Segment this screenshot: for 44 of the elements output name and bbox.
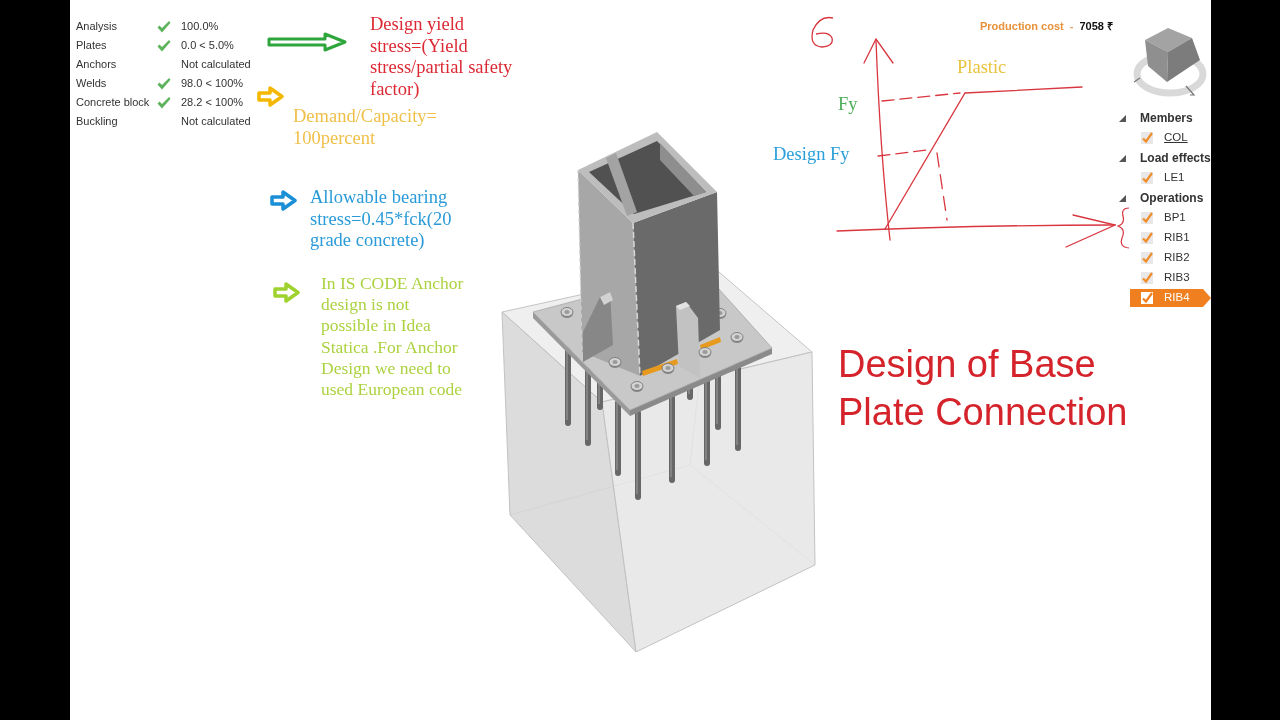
annotation-text: Demand/Capacity= 100percent [293,106,437,149]
check-value: Not calculated [181,57,251,72]
checkbox-icon[interactable] [1141,172,1153,184]
check-label: Analysis [76,19,118,34]
expand-triangle-icon[interactable] [1119,154,1126,162]
annotation-text: Allowable bearing stress=0.45*fck(20 grade concrete) [310,187,452,252]
checkbox-icon[interactable] [1141,292,1153,304]
tree-group-item[interactable]: Load effects [1117,148,1211,168]
check-value: 100.0% [181,19,219,34]
sketch-label: Fy [838,93,858,115]
check-label: Concrete block [76,95,151,110]
check-label: Plates [76,38,108,53]
checkbox-icon[interactable] [1141,232,1153,244]
tree-item[interactable]: RIB3 [1130,269,1211,287]
tree-item[interactable]: COL [1130,129,1211,147]
checkbox-icon[interactable] [1141,132,1153,144]
expand-triangle-icon[interactable] [1119,194,1126,202]
heading-text: Design of Base Plate Connection [838,342,1128,435]
sketch-label: Design Fy [773,143,850,165]
check-label: Anchors [76,57,118,72]
tree-item[interactable]: RIB1 [1130,229,1211,247]
check-label: Buckling [76,114,119,129]
tree-item[interactable]: RIB2 [1130,249,1211,267]
check-label: Welds [76,76,108,91]
tree-item[interactable]: BP1 [1130,209,1211,227]
sigma-scribble [808,15,835,49]
cost-value: 7058 ₹ [1079,19,1113,34]
cost-label: Production cost [980,19,1064,34]
annotation-text: Design yield stress=(Yield stress/partial safety factor) [370,14,513,100]
checkbox-icon[interactable] [1141,252,1153,264]
expand-triangle-icon[interactable] [1119,114,1126,122]
brace-scribble [1117,206,1130,250]
check-value: 28.2 < 100% [181,95,244,110]
tree-group-item[interactable]: Members [1117,108,1211,128]
tree-item[interactable]: LE1 [1130,169,1211,187]
check-value: Not calculated [181,114,251,129]
check-value: 0.0 < 5.0% [181,38,234,53]
tree-group-item[interactable]: Operations [1117,188,1211,208]
checkbox-icon[interactable] [1141,212,1153,224]
check-value: 98.0 < 100% [181,76,244,91]
annotation-text: In IS CODE Anchor design is not possible in Idea Statica .For Anchor Design we need to used European code [321,273,464,401]
separator-text: - [1069,19,1074,34]
sketch-label: Plastic [957,56,1007,78]
checkbox-icon[interactable] [1141,272,1153,284]
